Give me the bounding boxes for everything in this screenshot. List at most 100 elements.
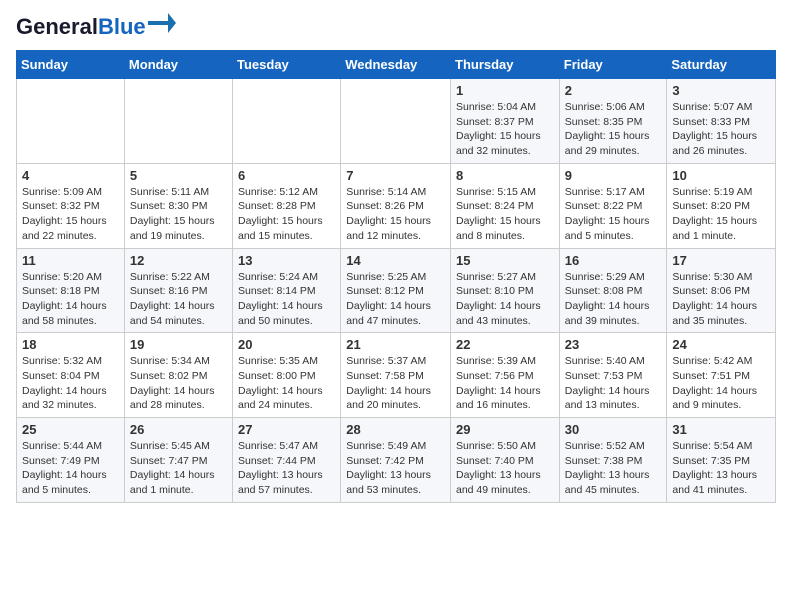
header-day-friday: Friday: [559, 51, 667, 79]
day-number: 31: [672, 422, 770, 437]
day-cell: 17 Sunrise: 5:30 AM Sunset: 8:06 PM Dayli…: [667, 248, 776, 333]
day-cell: 10 Sunrise: 5:19 AM Sunset: 8:20 PM Dayli…: [667, 163, 776, 248]
calendar-header: SundayMondayTuesdayWednesdayThursdayFrid…: [17, 51, 776, 79]
day-cell: 11Sunrise: 5:20 AM Sunset: 8:18 PM Dayli…: [17, 248, 125, 333]
day-cell: [341, 79, 451, 164]
day-number: 5: [130, 168, 227, 183]
day-number: 16: [565, 253, 662, 268]
day-number: 9: [565, 168, 662, 183]
day-cell: 25Sunrise: 5:44 AM Sunset: 7:49 PM Dayli…: [17, 418, 125, 503]
day-number: 24: [672, 337, 770, 352]
day-info: Sunrise: 5:40 AM Sunset: 7:53 PM Dayligh…: [565, 354, 662, 413]
day-info: Sunrise: 5:14 AM Sunset: 8:26 PM Dayligh…: [346, 185, 445, 244]
day-number: 25: [22, 422, 119, 437]
header-day-saturday: Saturday: [667, 51, 776, 79]
day-number: 10: [672, 168, 770, 183]
header-day-tuesday: Tuesday: [233, 51, 341, 79]
day-info: Sunrise: 5:30 AM Sunset: 8:06 PM Dayligh…: [672, 270, 770, 329]
header-day-thursday: Thursday: [451, 51, 560, 79]
day-cell: 24 Sunrise: 5:42 AM Sunset: 7:51 PM Dayli…: [667, 333, 776, 418]
day-number: 12: [130, 253, 227, 268]
day-number: 4: [22, 168, 119, 183]
day-number: 22: [456, 337, 554, 352]
day-number: 14: [346, 253, 445, 268]
day-info: Sunrise: 5:42 AM Sunset: 7:51 PM Dayligh…: [672, 354, 770, 413]
day-number: 3: [672, 83, 770, 98]
day-cell: 31Sunrise: 5:54 AM Sunset: 7:35 PM Dayli…: [667, 418, 776, 503]
day-cell: 22 Sunrise: 5:39 AM Sunset: 7:56 PM Dayli…: [451, 333, 560, 418]
day-cell: 7 Sunrise: 5:14 AM Sunset: 8:26 PM Daylig…: [341, 163, 451, 248]
day-number: 1: [456, 83, 554, 98]
day-info: Sunrise: 5:09 AM Sunset: 8:32 PM Dayligh…: [22, 185, 119, 244]
logo: GeneralBlue: [16, 16, 176, 38]
day-number: 26: [130, 422, 227, 437]
day-info: Sunrise: 5:04 AM Sunset: 8:37 PM Dayligh…: [456, 100, 554, 159]
day-info: Sunrise: 5:12 AM Sunset: 8:28 PM Dayligh…: [238, 185, 335, 244]
day-cell: 4 Sunrise: 5:09 AM Sunset: 8:32 PM Daylig…: [17, 163, 125, 248]
day-number: 8: [456, 168, 554, 183]
week-row-3: 11Sunrise: 5:20 AM Sunset: 8:18 PM Dayli…: [17, 248, 776, 333]
day-info: Sunrise: 5:27 AM Sunset: 8:10 PM Dayligh…: [456, 270, 554, 329]
day-info: Sunrise: 5:25 AM Sunset: 8:12 PM Dayligh…: [346, 270, 445, 329]
day-cell: 13 Sunrise: 5:24 AM Sunset: 8:14 PM Dayli…: [233, 248, 341, 333]
week-row-5: 25Sunrise: 5:44 AM Sunset: 7:49 PM Dayli…: [17, 418, 776, 503]
day-number: 23: [565, 337, 662, 352]
header-row: SundayMondayTuesdayWednesdayThursdayFrid…: [17, 51, 776, 79]
header-day-wednesday: Wednesday: [341, 51, 451, 79]
page-header: GeneralBlue: [16, 16, 776, 38]
day-info: Sunrise: 5:07 AM Sunset: 8:33 PM Dayligh…: [672, 100, 770, 159]
day-cell: 18 Sunrise: 5:32 AM Sunset: 8:04 PM Dayli…: [17, 333, 125, 418]
day-number: 29: [456, 422, 554, 437]
week-row-4: 18 Sunrise: 5:32 AM Sunset: 8:04 PM Dayli…: [17, 333, 776, 418]
day-info: Sunrise: 5:32 AM Sunset: 8:04 PM Dayligh…: [22, 354, 119, 413]
day-number: 21: [346, 337, 445, 352]
day-cell: 9Sunrise: 5:17 AM Sunset: 8:22 PM Daylig…: [559, 163, 667, 248]
day-number: 19: [130, 337, 227, 352]
day-number: 17: [672, 253, 770, 268]
day-info: Sunrise: 5:29 AM Sunset: 8:08 PM Dayligh…: [565, 270, 662, 329]
day-cell: 19Sunrise: 5:34 AM Sunset: 8:02 PM Dayli…: [124, 333, 232, 418]
day-info: Sunrise: 5:11 AM Sunset: 8:30 PM Dayligh…: [130, 185, 227, 244]
day-cell: 12 Sunrise: 5:22 AM Sunset: 8:16 PM Dayli…: [124, 248, 232, 333]
header-day-sunday: Sunday: [17, 51, 125, 79]
calendar-body: 1 Sunrise: 5:04 AM Sunset: 8:37 PM Daylig…: [17, 79, 776, 503]
calendar-table: SundayMondayTuesdayWednesdayThursdayFrid…: [16, 50, 776, 503]
day-cell: 23 Sunrise: 5:40 AM Sunset: 7:53 PM Dayli…: [559, 333, 667, 418]
day-number: 6: [238, 168, 335, 183]
day-cell: 14 Sunrise: 5:25 AM Sunset: 8:12 PM Dayli…: [341, 248, 451, 333]
day-cell: 30 Sunrise: 5:52 AM Sunset: 7:38 PM Dayli…: [559, 418, 667, 503]
day-cell: 3 Sunrise: 5:07 AM Sunset: 8:33 PM Daylig…: [667, 79, 776, 164]
day-number: 13: [238, 253, 335, 268]
day-cell: 16 Sunrise: 5:29 AM Sunset: 8:08 PM Dayli…: [559, 248, 667, 333]
day-number: 2: [565, 83, 662, 98]
day-cell: 28 Sunrise: 5:49 AM Sunset: 7:42 PM Dayli…: [341, 418, 451, 503]
day-info: Sunrise: 5:24 AM Sunset: 8:14 PM Dayligh…: [238, 270, 335, 329]
day-info: Sunrise: 5:39 AM Sunset: 7:56 PM Dayligh…: [456, 354, 554, 413]
day-number: 7: [346, 168, 445, 183]
day-cell: 2 Sunrise: 5:06 AM Sunset: 8:35 PM Daylig…: [559, 79, 667, 164]
day-cell: [124, 79, 232, 164]
day-info: Sunrise: 5:20 AM Sunset: 8:18 PM Dayligh…: [22, 270, 119, 329]
day-info: Sunrise: 5:22 AM Sunset: 8:16 PM Dayligh…: [130, 270, 227, 329]
day-info: Sunrise: 5:15 AM Sunset: 8:24 PM Dayligh…: [456, 185, 554, 244]
day-info: Sunrise: 5:37 AM Sunset: 7:58 PM Dayligh…: [346, 354, 445, 413]
header-day-monday: Monday: [124, 51, 232, 79]
day-cell: 26Sunrise: 5:45 AM Sunset: 7:47 PM Dayli…: [124, 418, 232, 503]
day-info: Sunrise: 5:52 AM Sunset: 7:38 PM Dayligh…: [565, 439, 662, 498]
day-cell: 21 Sunrise: 5:37 AM Sunset: 7:58 PM Dayli…: [341, 333, 451, 418]
day-info: Sunrise: 5:49 AM Sunset: 7:42 PM Dayligh…: [346, 439, 445, 498]
day-info: Sunrise: 5:50 AM Sunset: 7:40 PM Dayligh…: [456, 439, 554, 498]
day-cell: [17, 79, 125, 164]
day-cell: 5 Sunrise: 5:11 AM Sunset: 8:30 PM Daylig…: [124, 163, 232, 248]
day-info: Sunrise: 5:06 AM Sunset: 8:35 PM Dayligh…: [565, 100, 662, 159]
day-cell: 20Sunrise: 5:35 AM Sunset: 8:00 PM Dayli…: [233, 333, 341, 418]
logo-text: GeneralBlue: [16, 16, 146, 38]
logo-arrow-icon: [148, 13, 176, 33]
day-number: 30: [565, 422, 662, 437]
day-cell: 27Sunrise: 5:47 AM Sunset: 7:44 PM Dayli…: [233, 418, 341, 503]
day-cell: 15Sunrise: 5:27 AM Sunset: 8:10 PM Dayli…: [451, 248, 560, 333]
day-number: 28: [346, 422, 445, 437]
day-cell: 1 Sunrise: 5:04 AM Sunset: 8:37 PM Daylig…: [451, 79, 560, 164]
day-info: Sunrise: 5:19 AM Sunset: 8:20 PM Dayligh…: [672, 185, 770, 244]
day-number: 18: [22, 337, 119, 352]
